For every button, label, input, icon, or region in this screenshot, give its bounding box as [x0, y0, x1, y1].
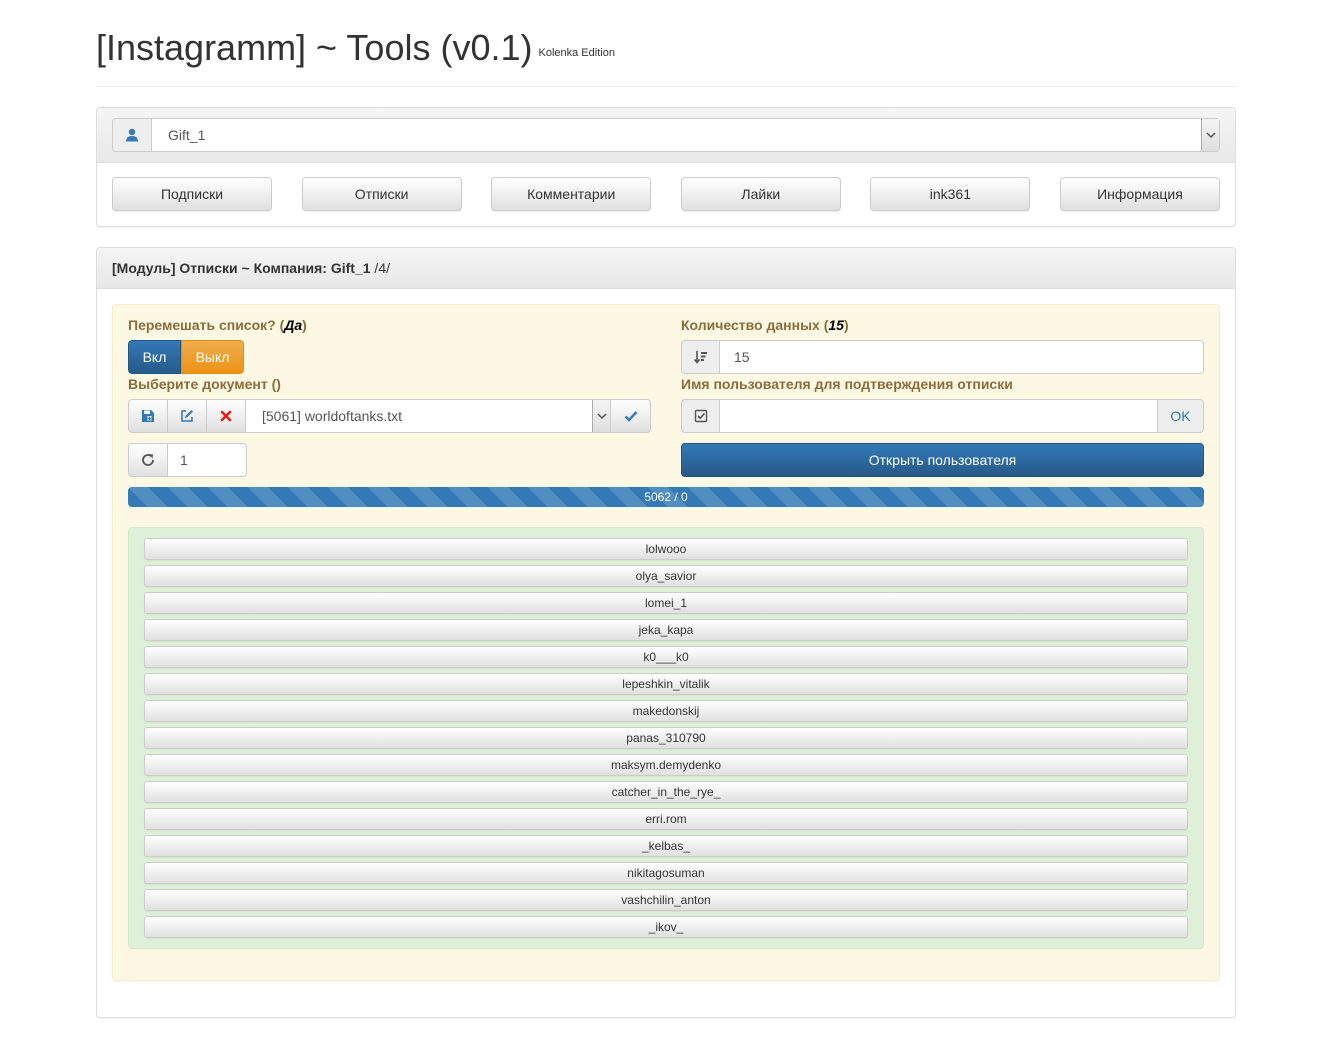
checkbox-icon	[681, 399, 720, 433]
toggle-on-button[interactable]: Вкл	[128, 340, 181, 374]
remove-icon[interactable]	[206, 399, 246, 433]
account-panel-heading: Gift_1	[97, 108, 1235, 163]
user-icon	[112, 118, 152, 152]
progress-bar: 5062 / 0	[128, 487, 1204, 507]
confirm-user-input[interactable]	[720, 399, 1158, 433]
shuffle-toggle[interactable]: Вкл Выкл	[128, 340, 244, 374]
quantity-label: Количество данных (15)	[681, 317, 849, 333]
account-panel: Gift_1 Подписки Отписки Комментарии Лайк…	[96, 107, 1236, 227]
list-item[interactable]: panas_310790	[144, 727, 1188, 749]
confirm-user-label: Имя пользователя для подтверждения отпис…	[681, 376, 1013, 392]
list-item[interactable]: olya_savior	[144, 565, 1188, 587]
counter-group: 1	[128, 443, 247, 477]
module-panel: [Модуль] Отписки ~ Компания: Gift_1 /4/ …	[96, 247, 1236, 1018]
module-nav: Подписки Отписки Комментарии Лайки ink36…	[112, 177, 1220, 211]
toggle-off-button[interactable]: Выкл	[181, 340, 244, 374]
refresh-icon[interactable]	[128, 443, 168, 477]
list-item[interactable]: makedonskij	[144, 700, 1188, 722]
document-group: [5061] worldoftanks.txt	[128, 399, 651, 433]
edition-subtitle: Kolenka Edition	[538, 47, 615, 59]
list-item[interactable]: k0___k0	[144, 646, 1188, 668]
title-text: [Instagramm] ~ Tools (v0.1)	[96, 27, 533, 68]
module-title-suffix: /4/	[370, 260, 391, 276]
list-item[interactable]: catcher_in_the_rye_	[144, 781, 1188, 803]
likes-button[interactable]: Лайки	[680, 177, 841, 211]
document-select-value: [5061] worldoftanks.txt	[262, 408, 403, 424]
list-item[interactable]: _kelbas_	[144, 835, 1188, 857]
progress-fill: 5062 / 0	[128, 487, 1204, 507]
list-item[interactable]: lolwooo	[144, 538, 1188, 560]
chevron-down-icon[interactable]	[592, 400, 610, 432]
quantity-group: 15	[681, 340, 1204, 374]
check-icon[interactable]	[611, 399, 651, 433]
info-button[interactable]: Информация	[1059, 177, 1220, 211]
list-item[interactable]: vashchilin_anton	[144, 889, 1188, 911]
list-item[interactable]: erri.rom	[144, 808, 1188, 830]
quantity-value: 15	[828, 317, 844, 333]
account-select-group: Gift_1	[112, 118, 1220, 152]
ok-button[interactable]: OK	[1158, 399, 1204, 433]
user-list: lolwooo olya_savior lomei_1 jeka_kapa k0___k…	[144, 538, 1188, 943]
quantity-input[interactable]: 15	[720, 340, 1204, 374]
user-list-box: lolwooo olya_savior lomei_1 jeka_kapa k0___k…	[128, 527, 1204, 949]
list-item[interactable]: nikitagosuman	[144, 862, 1188, 884]
shuffle-label: Перемешать список? (Да)	[128, 317, 307, 333]
module-panel-heading: [Модуль] Отписки ~ Компания: Gift_1 /4/	[97, 248, 1235, 289]
open-user-button[interactable]: Открыть пользователя	[681, 443, 1204, 477]
document-label: Выберите документ ()	[128, 376, 281, 392]
account-select[interactable]: Gift_1	[152, 118, 1220, 152]
subscriptions-button[interactable]: Подписки	[112, 177, 272, 211]
document-select[interactable]: [5061] worldoftanks.txt	[246, 399, 611, 433]
account-select-value: Gift_1	[168, 127, 206, 143]
ink361-button[interactable]: ink361	[870, 177, 1031, 211]
page-header: [Instagramm] ~ Tools (v0.1) Kolenka Editi…	[96, 24, 1236, 87]
list-item[interactable]: _ikov_	[144, 916, 1188, 938]
comments-button[interactable]: Комментарии	[491, 177, 652, 211]
module-title: [Модуль] Отписки ~ Компания: Gift_1	[112, 260, 371, 276]
list-item[interactable]: lomei_1	[144, 592, 1188, 614]
sort-amount-icon	[681, 340, 720, 374]
shuffle-value: Да	[284, 317, 303, 333]
unsubscriptions-button[interactable]: Отписки	[301, 177, 462, 211]
list-item[interactable]: lepeshkin_vitalik	[144, 673, 1188, 695]
save-icon[interactable]	[128, 399, 168, 433]
settings-box: Перемешать список? (Да) Вкл Выкл Выберит…	[112, 304, 1220, 981]
list-item[interactable]: jeka_kapa	[144, 619, 1188, 641]
counter-input[interactable]: 1	[168, 443, 247, 477]
chevron-down-icon[interactable]	[1201, 119, 1219, 151]
edit-icon[interactable]	[167, 399, 207, 433]
list-item[interactable]: maksym.demydenko	[144, 754, 1188, 776]
confirm-user-group: OK	[681, 399, 1204, 433]
page-title: [Instagramm] ~ Tools (v0.1) Kolenka Editi…	[96, 26, 615, 75]
